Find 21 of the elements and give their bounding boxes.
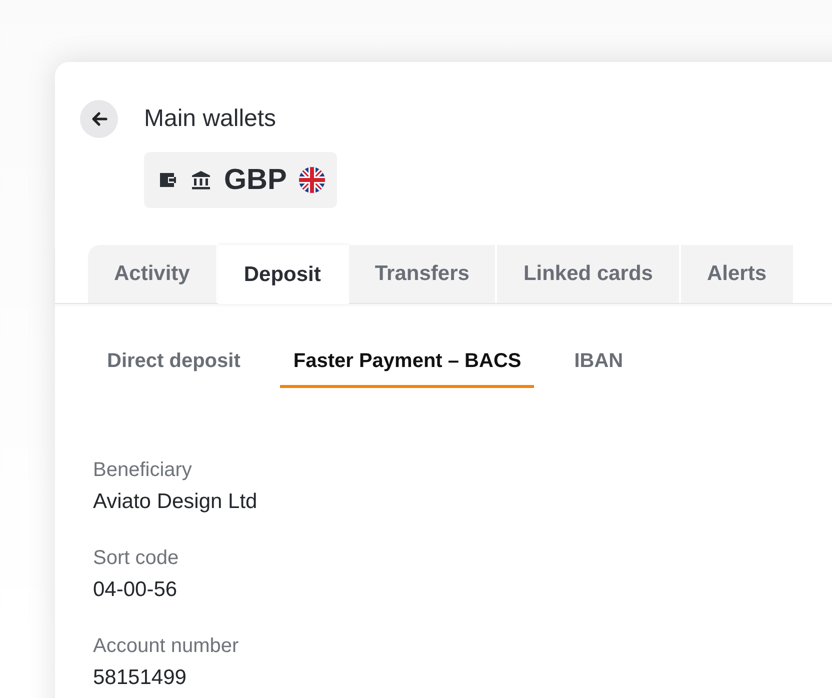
tab[interactable]: Activity — [88, 245, 218, 303]
tab[interactable]: Linked cards — [497, 245, 681, 303]
subtab[interactable]: Direct deposit — [107, 350, 240, 388]
tab[interactable]: Deposit — [218, 245, 349, 304]
subtab[interactable]: Faster Payment – BACS — [280, 350, 534, 388]
field-value: 04-00-56 — [93, 578, 178, 602]
currency-code: GBP — [224, 164, 287, 196]
field-label: Beneficiary — [93, 458, 193, 482]
field-label: Sort code — [93, 546, 180, 570]
field-value: 58151499 — [93, 666, 188, 690]
tab[interactable]: Transfers — [348, 245, 498, 303]
field-label: Account number — [93, 634, 240, 658]
bank-icon — [190, 170, 212, 190]
back-arrow-icon — [90, 110, 108, 128]
tab[interactable]: Alerts — [681, 245, 795, 303]
flag-icon — [298, 167, 325, 193]
wallet-icon — [158, 171, 178, 189]
field-value: Aviato Design Ltd — [93, 490, 258, 514]
page-title: Main wallets — [144, 104, 278, 134]
subtab[interactable]: IBAN — [574, 350, 624, 388]
back-button[interactable] — [80, 100, 118, 138]
